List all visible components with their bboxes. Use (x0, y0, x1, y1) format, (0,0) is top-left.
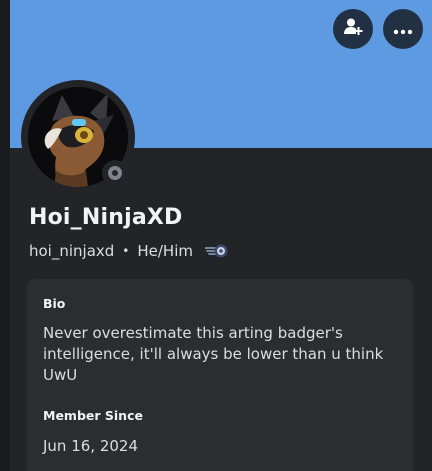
user-profile-card: Hoi_NinjaXD hoi_ninjaxd • He/Him Bio Nev… (10, 0, 432, 471)
member-since-date: Jun 16, 2024 (43, 437, 139, 455)
more-options-icon (393, 20, 413, 39)
display-name: Hoi_NinjaXD (29, 205, 183, 230)
pronouns: He/Him (137, 242, 193, 260)
member-since-heading: Member Since (43, 408, 143, 423)
username: hoi_ninjaxd (29, 242, 115, 260)
left-panel-edge (0, 0, 10, 471)
profile-info-panel: Bio Never overestimate this arting badge… (27, 279, 413, 471)
separator: • (122, 244, 130, 258)
add-friend-button[interactable] (333, 9, 373, 49)
bio-text: Never overestimate this arting badger's … (43, 324, 384, 384)
status-indicator (102, 160, 128, 186)
more-options-button[interactable] (383, 9, 423, 49)
add-friend-icon (343, 17, 363, 41)
profile-meta-row: hoi_ninjaxd • He/Him (29, 241, 229, 261)
bio-heading: Bio (43, 296, 66, 311)
profile-badge-icon[interactable] (205, 244, 229, 258)
offline-status-icon (108, 166, 122, 180)
